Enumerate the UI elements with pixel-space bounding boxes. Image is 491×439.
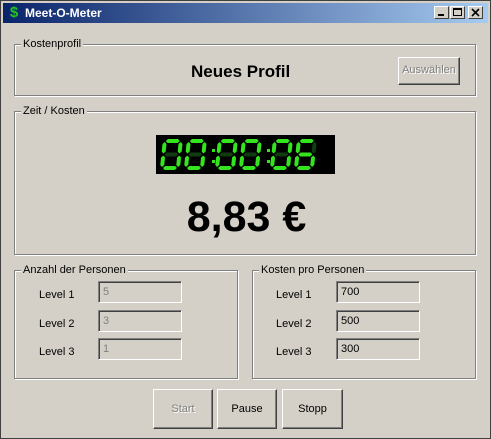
profile-group-label: Kostenprofil — [21, 38, 84, 51]
persons-level-1-label: Level 1 — [39, 289, 75, 301]
timer-digit — [184, 139, 207, 170]
cost-display: 8,83 € — [186, 193, 307, 241]
persons-level-3-label: Level 3 — [39, 346, 75, 358]
window-title: Meet-O-Meter — [25, 6, 102, 20]
dollar-icon: $ — [9, 4, 19, 21]
costs-level-2-input[interactable]: 500 — [336, 310, 420, 332]
persons-level-1-input[interactable]: 5 — [98, 281, 182, 303]
costs-level-3-label: Level 3 — [276, 346, 312, 358]
minimize-icon — [438, 14, 444, 16]
persons-group-label: Anzahl der Personen — [21, 264, 128, 277]
timer-colon — [267, 149, 270, 152]
pause-button[interactable]: Pause — [217, 389, 277, 429]
select-profile-button[interactable]: Auswählen — [398, 57, 460, 85]
timer-digit — [270, 139, 293, 170]
maximize-button[interactable] — [450, 6, 465, 19]
persons-level-2-input[interactable]: 3 — [98, 310, 182, 332]
timer-digit — [294, 139, 317, 170]
maximize-icon — [453, 8, 462, 16]
persons-level-3-input[interactable]: 1 — [98, 338, 182, 360]
costs-level-1-label: Level 1 — [276, 289, 312, 301]
costs-level-3-input[interactable]: 300 — [336, 338, 420, 360]
close-button[interactable] — [468, 6, 483, 19]
timer-digits — [160, 139, 317, 170]
timer-digit — [215, 139, 238, 170]
timer-display — [156, 135, 335, 174]
start-button[interactable]: Start — [153, 389, 213, 429]
minimize-button[interactable] — [434, 6, 449, 19]
app-window: $ Meet-O-Meter Kostenprofil Neues Profil… — [0, 0, 491, 439]
timer-colon — [267, 160, 270, 163]
costs-level-2-label: Level 2 — [276, 318, 312, 330]
timer-digit — [239, 139, 262, 170]
costs-level-1-input[interactable]: 700 — [336, 281, 420, 303]
timer-digit — [160, 139, 183, 170]
costs-group-label: Kosten pro Personen — [259, 264, 367, 277]
close-icon — [471, 8, 480, 17]
title-bar[interactable]: $ Meet-O-Meter — [3, 3, 488, 23]
time-cost-group-label: Zeit / Kosten — [21, 105, 87, 118]
timer-colon — [212, 149, 215, 152]
persons-level-2-label: Level 2 — [39, 318, 75, 330]
timer-colon — [212, 160, 215, 163]
stop-button[interactable]: Stopp — [282, 389, 343, 429]
profile-name: Neues Profil — [191, 62, 291, 81]
